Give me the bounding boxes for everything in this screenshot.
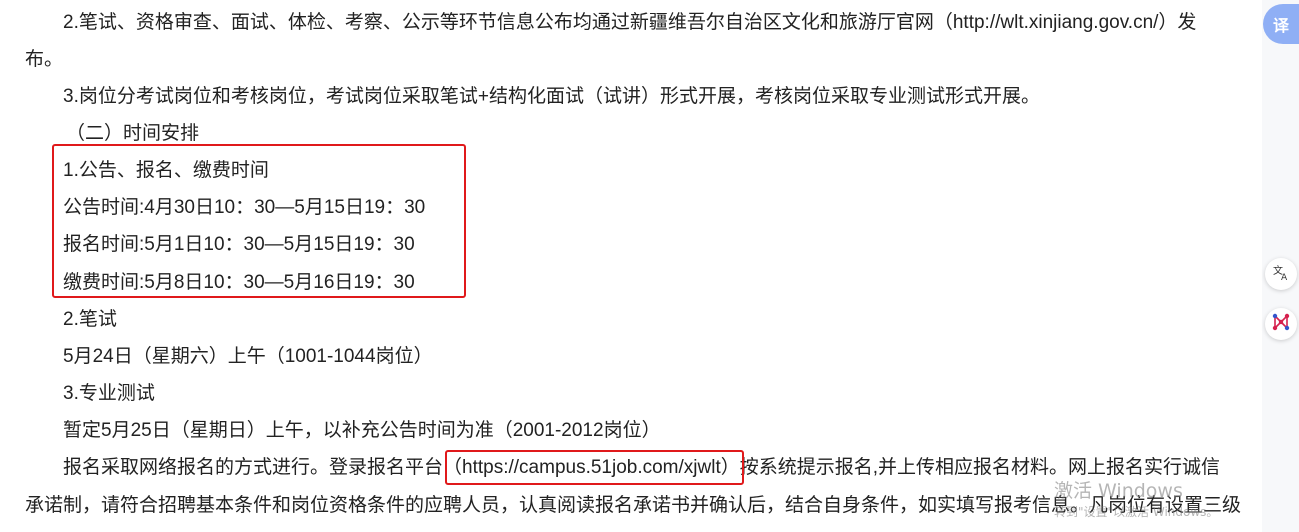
translate-icon: 文 A	[1272, 263, 1290, 286]
document-body: 2.笔试、资格审查、面试、体检、考察、公示等环节信息公布均通过新疆维吾尔自治区文…	[0, 0, 1262, 532]
link-highlight-box	[445, 450, 744, 485]
activation-watermark-subtitle: 转到"设置"以激活 Windows。	[1054, 505, 1219, 519]
network-icon-button[interactable]	[1265, 308, 1297, 340]
paragraph-line: 布。	[25, 49, 64, 70]
signup-method-prefix: 报名采取网络报名的方式进行。登录报名平台	[63, 457, 444, 478]
signup-method-suffix: 按系统提示报名,并上传相应报名材料。网上报名实行诚信	[739, 457, 1221, 478]
translate-tab-button[interactable]: 译	[1263, 4, 1299, 44]
network-icon	[1271, 312, 1291, 337]
activation-watermark-title: 激活 Windows	[1054, 480, 1183, 502]
written-time: 5月24日（星期六）上午（1001-1044岗位）	[63, 346, 433, 367]
schedule-heading: 1.公告、报名、缴费时间	[63, 160, 269, 181]
translate-tab-label: 译	[1272, 16, 1289, 35]
written-heading: 2.笔试	[63, 309, 117, 330]
svg-text:A: A	[1281, 273, 1288, 281]
payment-time: 缴费时间:5月8日10：30—5月16日19：30	[63, 272, 415, 293]
pro-time: 暂定5月25日（星期日）上午，以补充公告时间为准（2001-2012岗位）	[63, 420, 661, 441]
announce-time: 公告时间:4月30日10：30—5月15日19：30	[63, 197, 426, 218]
translate-icon-button[interactable]: 文 A	[1265, 258, 1297, 290]
paragraph-line: 3.岗位分考试岗位和考核岗位，考试岗位采取笔试+结构化面试（试讲）形式开展，考核…	[63, 86, 1040, 107]
pro-heading: 3.专业测试	[63, 383, 155, 404]
browser-side-toolbar: 译 文 A	[1262, 0, 1299, 532]
signup-time: 报名时间:5月1日10：30—5月15日19：30	[63, 234, 415, 255]
paragraph-line: 2.笔试、资格审查、面试、体检、考察、公示等环节信息公布均通过新疆维吾尔自治区文…	[63, 12, 1197, 33]
